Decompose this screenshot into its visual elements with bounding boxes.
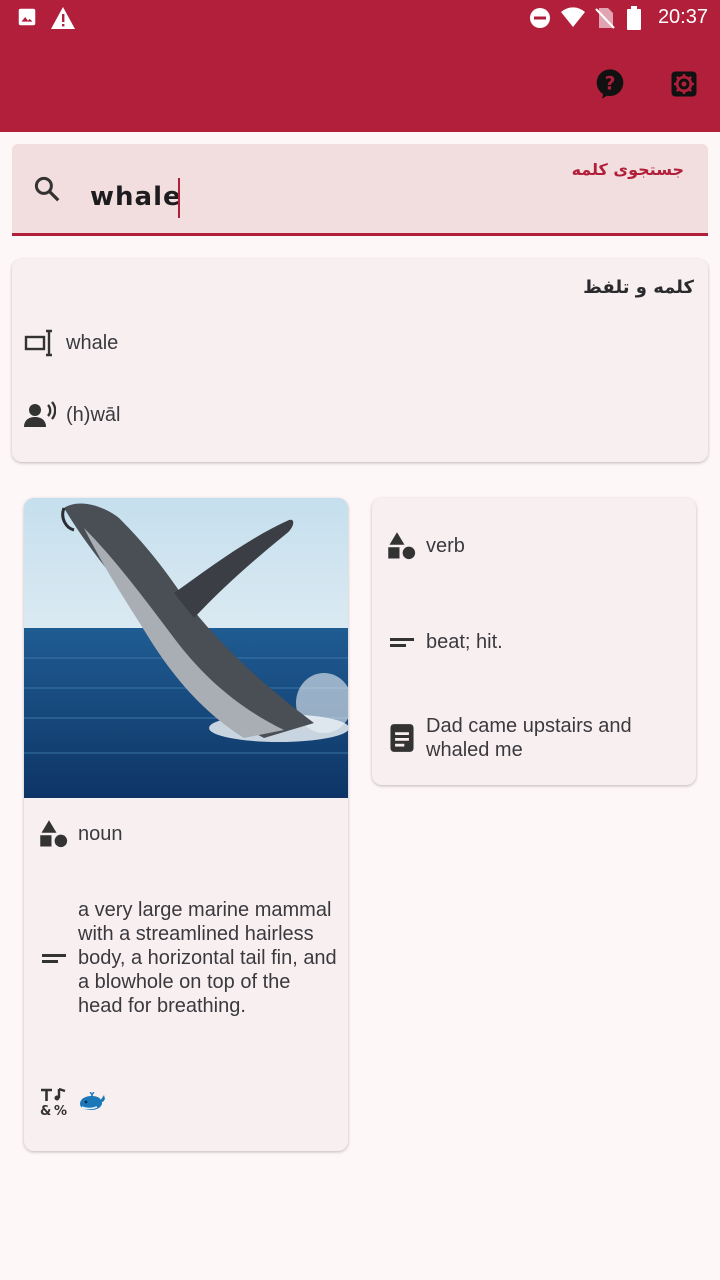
wifi-icon [560,6,586,32]
verb-example-text: Dad came upstairs and whaled me [426,715,632,761]
no-sim-icon [594,6,616,34]
word-card-title: کلمه و تلفظ [583,277,694,298]
definition-card-noun: noun a very large marine mammal with a s… [24,498,348,1151]
search-input[interactable]: whale [90,182,182,212]
short-text-icon [386,626,418,658]
speaker-voice-icon[interactable] [24,399,56,431]
app-bar: 20:37 ? [0,0,720,132]
verb-pos-row: verb [386,530,465,562]
search-label: جستجوی کلمه [571,160,684,179]
document-icon [386,722,418,754]
clock: 20:37 [657,6,708,28]
search-field[interactable]: جستجوی کلمه whale [12,144,708,236]
search-icon [32,174,62,208]
text-cursor-icon [24,327,56,359]
short-text-icon [38,942,70,974]
svg-text:%: % [54,1104,67,1117]
verb-example-row: Dad came upstairs and whaled me [386,714,686,762]
word-card: کلمه و تلفظ whale (h)wāl [12,259,708,462]
noun-pos-text: noun [78,823,123,845]
help-icon[interactable]: ? [592,66,628,102]
definition-card-verb: verb beat; hit. Dad came upstairs and wh… [372,498,696,785]
verb-definition-text: beat; hit. [426,631,503,653]
noun-definition-text: a very large marine mammal with a stream… [78,899,337,1017]
battery-icon [626,6,642,34]
whale-image [24,498,348,798]
noun-pos-row: noun [38,818,123,850]
verb-definition-row: beat; hit. [386,626,503,658]
warning-icon [50,6,76,34]
shapes-icon [38,818,70,850]
word-text: whale [66,332,119,354]
image-icon [16,6,38,32]
pronunciation-text: (h)wāl [66,404,121,426]
word-row: whale [24,327,118,359]
svg-text:?: ? [605,73,616,94]
emoji-symbols-icon: &% [38,1086,70,1118]
noun-emoji-row: &% [38,1086,106,1118]
status-bar: 20:37 [0,0,720,38]
shapes-icon [386,530,418,562]
settings-icon[interactable] [666,66,702,102]
svg-text:&: & [40,1104,51,1117]
pronunciation-row[interactable]: (h)wāl [24,399,120,431]
verb-pos-text: verb [426,535,465,557]
do-not-disturb-icon [528,6,552,34]
whale-emoji-icon [78,1092,106,1112]
text-caret [178,178,180,218]
noun-definition-row: a very large marine mammal with a stream… [38,898,338,1018]
